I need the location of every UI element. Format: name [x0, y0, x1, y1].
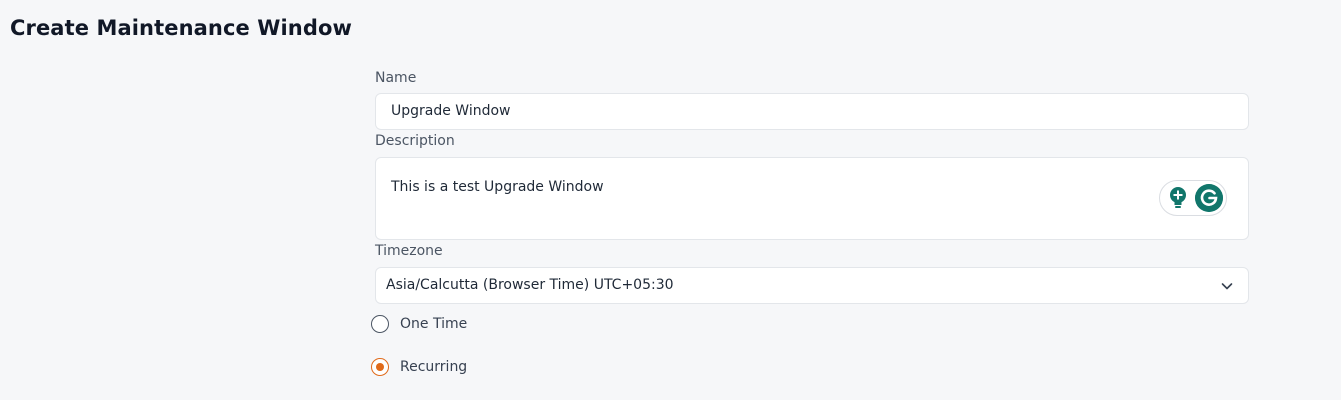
- radio-one-time-label: One Time: [400, 316, 468, 332]
- radio-one-time[interactable]: One Time: [371, 315, 467, 333]
- name-input[interactable]: Upgrade Window: [375, 93, 1249, 130]
- timezone-select[interactable]: Asia/Calcutta (Browser Time) UTC+05:30: [375, 267, 1249, 304]
- radio-recurring[interactable]: Recurring: [371, 358, 467, 376]
- lightbulb-plus-icon[interactable]: [1169, 186, 1187, 210]
- description-text: This is a test Upgrade Window: [391, 179, 604, 195]
- grammarly-widget[interactable]: [1159, 180, 1227, 216]
- chevron-down-icon[interactable]: [1220, 279, 1234, 293]
- grammarly-g-icon[interactable]: [1195, 184, 1223, 212]
- page: Create Maintenance Window Name Upgrade W…: [0, 0, 1341, 400]
- name-label: Name: [375, 70, 417, 86]
- timezone-selected-value: Asia/Calcutta (Browser Time) UTC+05:30: [386, 277, 674, 293]
- page-title: Create Maintenance Window: [10, 16, 353, 40]
- radio-recurring-label: Recurring: [400, 359, 468, 375]
- radio-recurring-circle[interactable]: [371, 358, 389, 376]
- timezone-label: Timezone: [375, 243, 443, 259]
- description-label: Description: [375, 133, 455, 149]
- description-textarea[interactable]: This is a test Upgrade Window: [375, 157, 1249, 240]
- radio-one-time-circle[interactable]: [371, 315, 389, 333]
